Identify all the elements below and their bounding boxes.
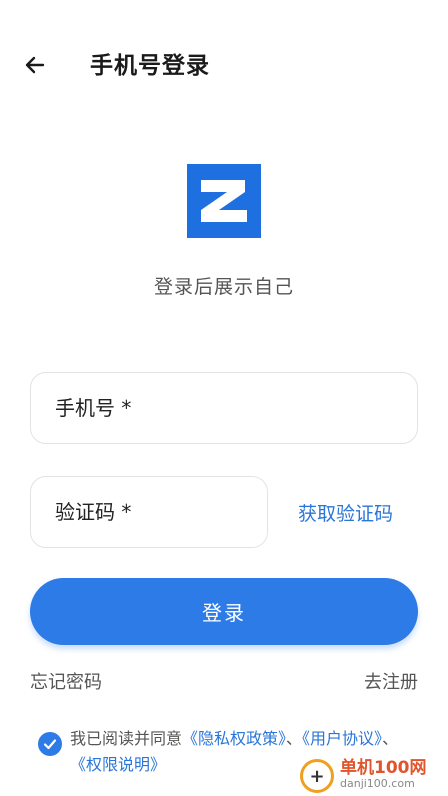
agreement-prefix: 我已阅读并同意 xyxy=(70,729,183,748)
tagline: 登录后展示自己 xyxy=(153,276,294,298)
register-link[interactable]: 去注册 xyxy=(364,668,418,694)
login-button[interactable]: 登录 xyxy=(30,578,418,645)
back-button[interactable] xyxy=(20,50,50,80)
arrow-left-icon xyxy=(25,56,45,74)
permission-link[interactable]: 《权限说明》 xyxy=(70,755,166,774)
agreement-separator: 、 xyxy=(382,729,399,748)
page-title: 手机号登录 xyxy=(90,53,210,79)
get-code-button[interactable]: 获取验证码 xyxy=(298,499,393,526)
agreement-separator: 、 xyxy=(286,729,303,748)
user-agreement-link[interactable]: 《用户协议》 xyxy=(302,729,382,748)
watermark-brand: 单机100网 xyxy=(340,758,427,778)
check-icon xyxy=(43,739,57,750)
watermark: + 单机100网 danji100.com xyxy=(300,756,448,796)
phone-input[interactable] xyxy=(55,396,417,420)
privacy-policy-link[interactable]: 《隐私权政策》 xyxy=(182,729,286,748)
agreement-checkbox[interactable] xyxy=(38,732,62,756)
code-input[interactable] xyxy=(55,500,267,524)
z-logo-icon xyxy=(187,164,261,238)
watermark-domain: danji100.com xyxy=(340,777,415,790)
watermark-logo-icon: + xyxy=(300,759,334,793)
code-field[interactable] xyxy=(30,476,268,548)
app-logo xyxy=(187,164,261,238)
forgot-password-link[interactable]: 忘记密码 xyxy=(30,668,102,694)
phone-field[interactable] xyxy=(30,372,418,444)
